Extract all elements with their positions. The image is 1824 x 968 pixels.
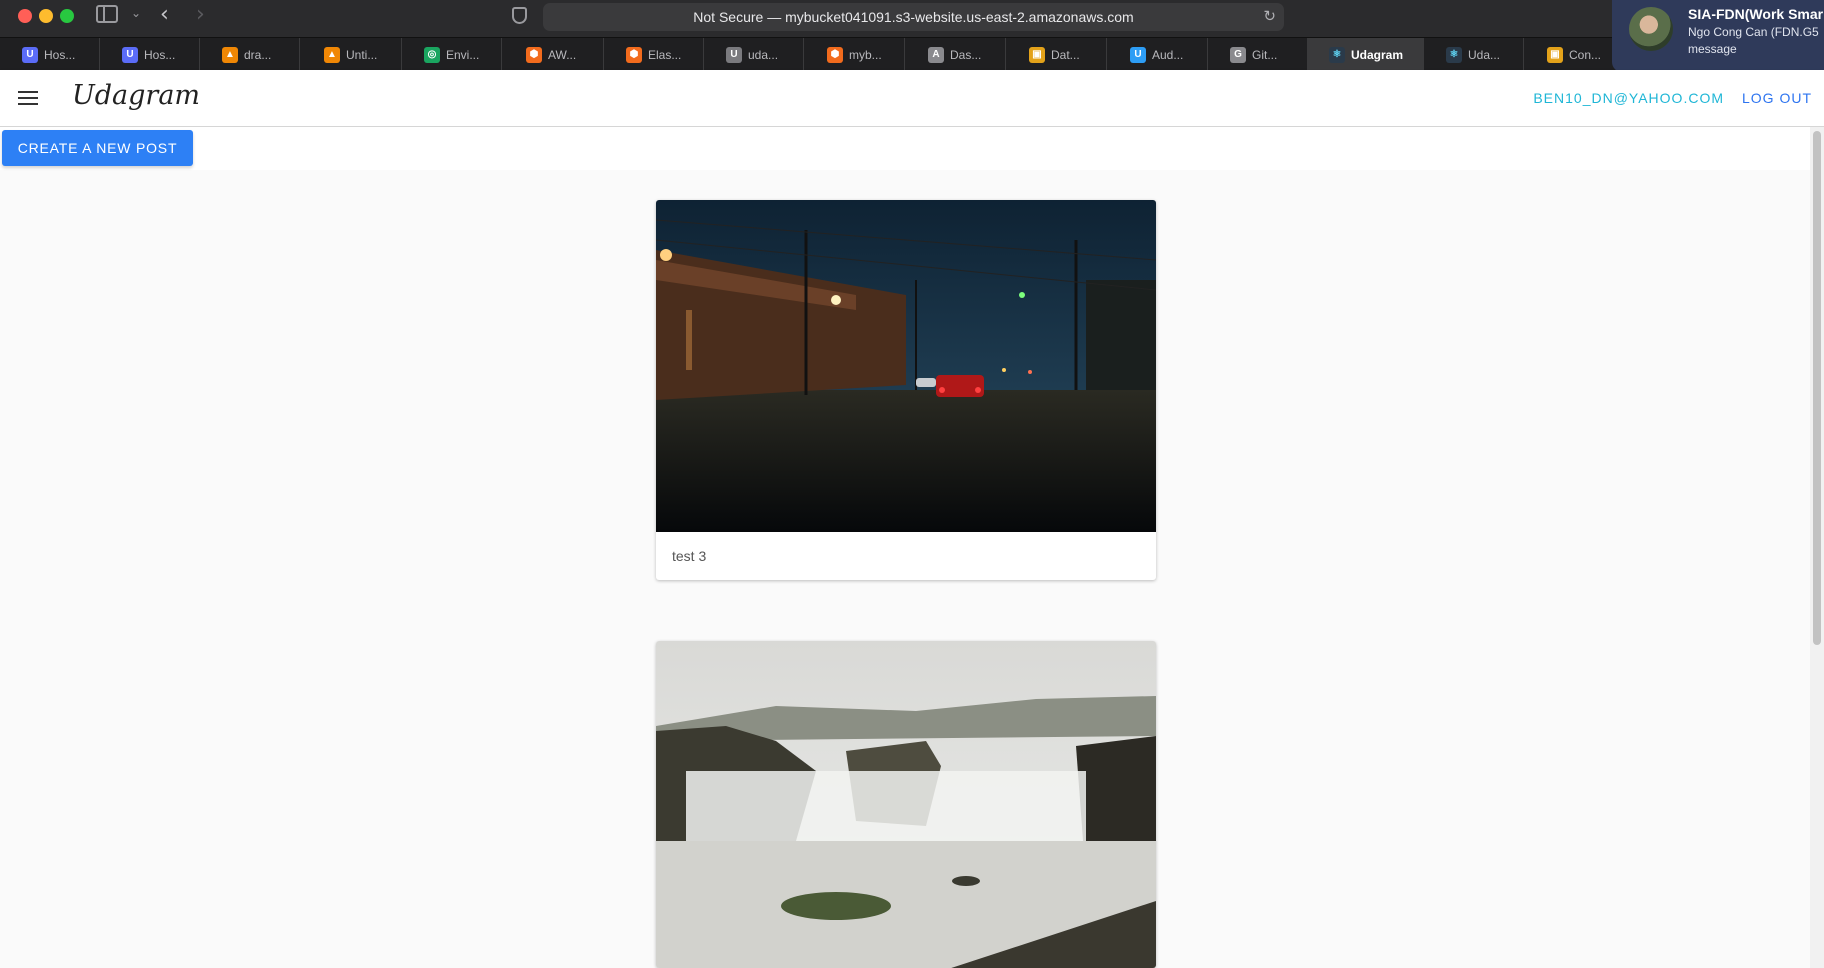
box-icon: ▣	[1029, 46, 1045, 63]
notification-body: message	[1688, 42, 1737, 56]
notification-banner[interactable]: SIA-FDN(Work Smar Ngo Cong Can (FDN.G5 m…	[1612, 0, 1824, 72]
chevron-down-icon[interactable]: ⌄	[131, 6, 141, 20]
fullscreen-window-button[interactable]	[60, 9, 74, 23]
notification-sender: Ngo Cong Can (FDN.G5	[1688, 25, 1819, 39]
browser-tab-label: Uda...	[1468, 47, 1501, 62]
post-image-waterfall	[656, 641, 1156, 968]
app-header: Udagram BEN10_DN@YAHOO.COM LOG OUT	[0, 70, 1824, 127]
browser-tab[interactable]: U Hos...	[0, 38, 100, 71]
create-post-button[interactable]: CREATE A NEW POST	[2, 130, 193, 166]
browser-tab-label: uda...	[748, 47, 779, 62]
aws-cube-icon: ⬢	[526, 46, 542, 63]
udacity-icon: U	[22, 46, 38, 63]
browser-tab[interactable]: ⬢ myb...	[805, 38, 905, 71]
avatar	[1629, 7, 1673, 51]
browser-tab-label: AW...	[548, 47, 577, 62]
browser-tab-label: Das...	[950, 47, 982, 62]
privacy-shield-icon[interactable]	[512, 7, 527, 24]
forward-arrow-icon[interactable]: ›	[196, 2, 205, 27]
browser-tab-label: Hos...	[44, 47, 76, 62]
box-icon: ▣	[1547, 46, 1563, 63]
reload-icon[interactable]: ↻	[1263, 7, 1276, 25]
aws-cube-icon: ⬢	[827, 46, 843, 63]
hamburger-menu-icon[interactable]	[18, 91, 38, 105]
sidebar-toggle-icon[interactable]	[96, 5, 118, 23]
browser-tab[interactable]: ▲ dra...	[200, 38, 300, 71]
aws-cube-icon: ⬢	[626, 46, 642, 63]
browser-tab[interactable]: ◎ Envi...	[402, 38, 502, 71]
browser-tab[interactable]: ▣ Dat...	[1007, 38, 1107, 71]
browser-tab-label: Git...	[1252, 47, 1278, 62]
address-bar[interactable]: Not Secure — mybucket041091.s3-website.u…	[543, 3, 1284, 31]
notification-title: SIA-FDN(Work Smar	[1688, 6, 1824, 22]
udacity-icon: U	[1130, 46, 1146, 63]
browser-tab[interactable]: U Aud...	[1108, 38, 1208, 71]
minimize-window-button[interactable]	[39, 9, 53, 23]
browser-tab-label: Udagram	[1351, 47, 1404, 62]
browser-tab[interactable]: ▲ Unti...	[302, 38, 402, 71]
browser-tab[interactable]: G Git...	[1208, 38, 1308, 71]
letter-g-icon: G	[1230, 46, 1246, 63]
browser-tab[interactable]: Uuda...	[704, 38, 804, 71]
browser-tab[interactable]: ⬢ Elas...	[604, 38, 704, 71]
user-email-link[interactable]: BEN10_DN@YAHOO.COM	[1533, 90, 1724, 106]
browser-tab[interactable]: ⚛ Uda...	[1424, 38, 1524, 71]
browser-tab-label: Aud...	[1152, 47, 1184, 62]
browser-tab[interactable]: U Hos...	[100, 38, 200, 71]
action-strip	[0, 127, 1810, 170]
browser-tab-label: Hos...	[144, 47, 176, 62]
letter-a-icon: A	[928, 46, 944, 63]
logout-button[interactable]: LOG OUT	[1742, 90, 1812, 106]
browser-tab[interactable]: A Das...	[906, 38, 1006, 71]
browser-tab-label: dra...	[244, 47, 272, 62]
drawio-icon: ▲	[324, 46, 340, 63]
page-scrollbar[interactable]	[1810, 127, 1824, 968]
post-card	[656, 641, 1156, 968]
back-arrow-icon[interactable]: ‹	[160, 2, 169, 27]
browser-tab[interactable]: ▣ Con...	[1525, 38, 1625, 71]
circleci-icon: ◎	[424, 46, 440, 63]
browser-tab-bar: U Hos... U Hos... ▲ dra... ▲ Unti... ◎ Envi... ⬢ AW…	[0, 37, 1824, 71]
browser-tab-label: Con...	[1569, 47, 1602, 62]
letter-u-icon: U	[726, 46, 742, 63]
url-text[interactable]: Not Secure — mybucket041091.s3-website.u…	[543, 9, 1284, 25]
browser-tab-label: Elas...	[648, 47, 682, 62]
close-window-button[interactable]	[18, 9, 32, 23]
browser-tab-label: Dat...	[1051, 47, 1080, 62]
browser-tab-label: myb...	[849, 47, 882, 62]
post-caption: test 3	[672, 548, 707, 564]
react-icon: ⚛	[1446, 46, 1462, 63]
browser-tab[interactable]: ⚛ Udagram	[1307, 38, 1424, 71]
drawio-icon: ▲	[222, 46, 238, 63]
react-icon: ⚛	[1329, 46, 1345, 63]
browser-tab-label: Envi...	[446, 47, 480, 62]
post-image-night-street	[656, 200, 1156, 532]
post-card: test 3	[656, 200, 1156, 580]
udacity-icon: U	[122, 46, 138, 63]
browser-tab[interactable]: ⬢ AW...	[504, 38, 604, 71]
browser-titlebar: ⌄ ‹ › Not Secure — mybucket041091.s3-web…	[0, 0, 1824, 37]
app-logo[interactable]: Udagram	[72, 80, 200, 111]
scrollbar-thumb[interactable]	[1813, 131, 1821, 645]
browser-tab-label: Unti...	[346, 47, 378, 62]
